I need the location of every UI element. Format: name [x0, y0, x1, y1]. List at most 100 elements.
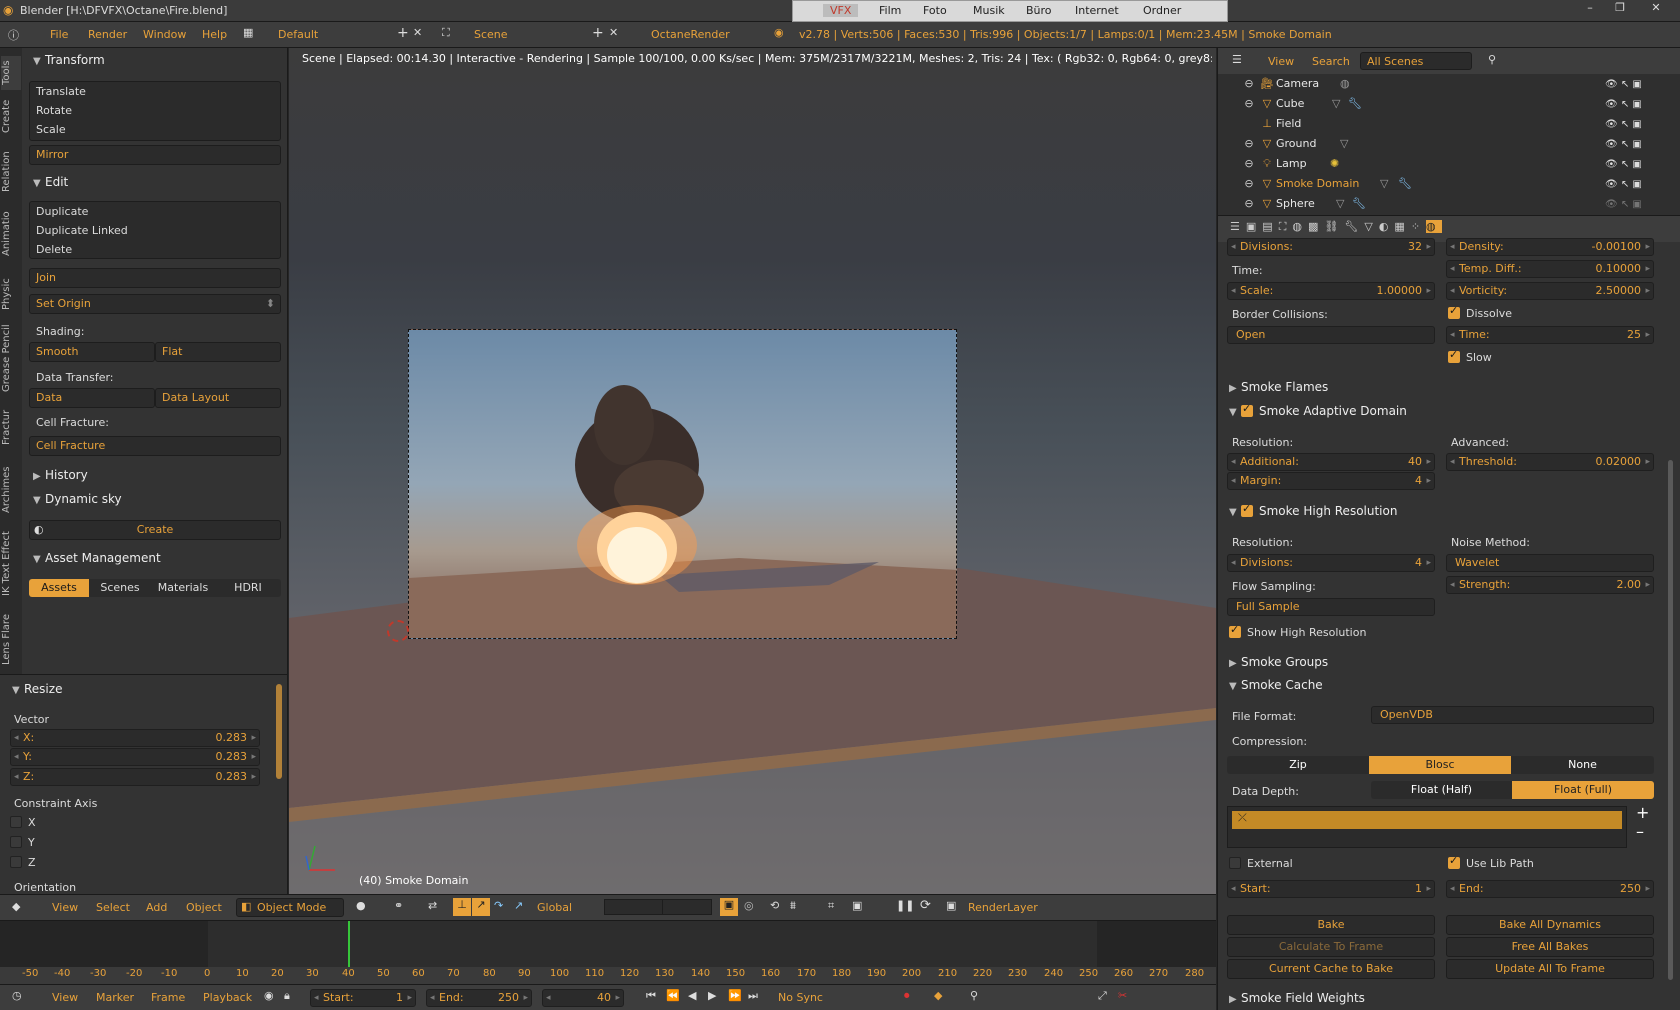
dynamic-sky-panel-header[interactable]: ▼ Dynamic sky: [33, 492, 122, 506]
timeline-menu-view[interactable]: View: [52, 987, 78, 1009]
viewport-menu-object[interactable]: Object: [186, 897, 222, 919]
jump-end-icon[interactable]: ⏭: [748, 989, 758, 1003]
tab-lens-flare[interactable]: Lens Flare: [1, 610, 21, 670]
orientation-dropdown[interactable]: Global: [537, 901, 572, 914]
keying-icon[interactable]: ◉: [264, 989, 274, 1002]
set-origin-dropdown[interactable]: Set Origin ⬍: [29, 294, 281, 314]
update-all-to-frame-button[interactable]: Update All To Frame: [1446, 959, 1654, 979]
jump-start-icon[interactable]: ⏮: [646, 989, 656, 1003]
divisions-field[interactable]: Divisions: 32: [1227, 238, 1435, 256]
menu-file[interactable]: File: [50, 28, 68, 41]
dissolve-checkbox[interactable]: Dissolve: [1448, 304, 1512, 320]
slow-checkbox[interactable]: Slow: [1448, 348, 1492, 364]
3d-cursor[interactable]: [387, 620, 409, 642]
timeline-menu-playback[interactable]: Playback: [203, 987, 252, 1009]
menu-render[interactable]: Render: [88, 28, 127, 41]
pause-icon[interactable]: ❚❚: [896, 899, 914, 912]
vector-x-field[interactable]: X: 0.283: [10, 729, 260, 747]
margin-field[interactable]: Margin: 4: [1227, 472, 1435, 490]
world-tab-icon[interactable]: ◍: [1292, 220, 1308, 233]
tab-relation[interactable]: Relation: [1, 148, 21, 196]
constraint-y-checkbox[interactable]: Y: [10, 836, 35, 849]
calculate-to-frame-button[interactable]: Calculate To Frame: [1227, 937, 1435, 957]
refresh-icon[interactable]: ⟳: [920, 898, 931, 913]
properties-editor-icon[interactable]: ☰: [1230, 220, 1246, 233]
taskbar-item-vfx[interactable]: VFX: [823, 4, 859, 17]
show-high-res-checkbox[interactable]: Show High Resolution: [1229, 623, 1366, 639]
timeline[interactable]: [0, 920, 1216, 985]
snap-target-icon[interactable]: ⩩: [790, 899, 796, 913]
asset-tab-assets[interactable]: Assets: [29, 579, 89, 597]
render-tab-icon[interactable]: ▣: [1246, 220, 1262, 233]
delete-button[interactable]: Delete: [36, 243, 72, 256]
outliner-search-icon[interactable]: ⚲: [1488, 53, 1496, 66]
current-cache-to-bake-button[interactable]: Current Cache to Bake: [1227, 959, 1435, 979]
snap-manipulator-icon[interactable]: ↗: [514, 899, 523, 912]
mode-dropdown[interactable]: ◧ Object Mode: [236, 898, 344, 917]
outliner-row-lamp[interactable]: ⊖ 💡︎ Lamp ✺: [1240, 155, 1640, 173]
transform-panel-header[interactable]: ▼ Transform: [33, 53, 105, 67]
flat-button[interactable]: Flat: [155, 342, 281, 362]
snap-icon[interactable]: ⟲: [770, 899, 779, 912]
additional-field[interactable]: Additional: 40: [1227, 453, 1435, 471]
smoke-adaptive-header[interactable]: ▼Smoke Adaptive Domain: [1229, 402, 1407, 418]
external-checkbox[interactable]: External: [1229, 857, 1293, 870]
history-panel-header[interactable]: ▶ History: [33, 468, 88, 482]
vector-z-field[interactable]: Z: 0.283: [10, 768, 260, 786]
smooth-button[interactable]: Smooth: [29, 342, 155, 362]
taskbar-item-musik[interactable]: Musik: [973, 4, 1005, 17]
viewport-editor-icon[interactable]: ◆: [12, 900, 20, 913]
compression-blosc[interactable]: Blosc: [1369, 756, 1511, 774]
object-tab-icon[interactable]: ▩: [1308, 220, 1324, 233]
cache-start-field[interactable]: Start: 1: [1227, 880, 1435, 898]
translate-label[interactable]: Translate: [36, 85, 86, 98]
insert-keyframe-icon[interactable]: ⤢: [1098, 989, 1107, 1003]
cache-list[interactable]: ⤫: [1227, 806, 1627, 848]
current-frame-field[interactable]: 40: [542, 989, 624, 1007]
smoke-high-res-header[interactable]: ▼Smoke High Resolution: [1229, 502, 1397, 518]
asset-tab-materials[interactable]: Materials: [151, 579, 215, 597]
layers-tab-icon[interactable]: ▤: [1262, 220, 1278, 233]
timeline-playhead[interactable]: [348, 921, 350, 967]
screen-layout-select[interactable]: Default: [278, 28, 318, 41]
viewport-menu-add[interactable]: Add: [146, 897, 167, 919]
tab-create[interactable]: Create: [1, 96, 21, 136]
scale-manipulator-icon[interactable]: ↷: [494, 899, 503, 912]
info-editor-icon[interactable]: ⓘ: [8, 27, 19, 43]
bake-all-dynamics-button[interactable]: Bake All Dynamics: [1446, 915, 1654, 935]
taskbar-item-foto[interactable]: Foto: [923, 4, 947, 17]
record-icon[interactable]: ⏺: [904, 989, 910, 1003]
join-button[interactable]: Join: [29, 268, 281, 288]
edit-panel-header[interactable]: ▼ Edit: [33, 175, 68, 189]
viewport-menu-view[interactable]: View: [52, 897, 78, 919]
shading-mode-icon[interactable]: ●: [356, 899, 366, 912]
rotate-manipulator-icon[interactable]: ↗: [472, 898, 490, 916]
proportional-edit-icon[interactable]: ◎: [744, 899, 754, 912]
dissolve-time-field[interactable]: Time: 25: [1446, 326, 1654, 344]
maximize-button[interactable]: ❐: [1606, 1, 1634, 19]
start-frame-field[interactable]: Start: 1: [310, 989, 416, 1007]
noise-method-dropdown[interactable]: Wavelet: [1446, 554, 1654, 572]
keyframe-type-icon[interactable]: ◆: [934, 989, 942, 1002]
visibility-icon[interactable]: 👁︎ ↖ ▣: [1605, 135, 1665, 155]
data-tab-icon[interactable]: ▽: [1364, 220, 1378, 233]
visibility-icon[interactable]: 👁︎ ↖ ▣: [1605, 175, 1665, 195]
tab-grease-pencil[interactable]: Grease Pencil: [1, 322, 21, 394]
cache-end-field[interactable]: End: 250: [1446, 880, 1654, 898]
play-reverse-icon[interactable]: ◀: [688, 989, 696, 1002]
time-scale-field[interactable]: Scale: 1.00000: [1227, 282, 1435, 300]
asset-tab-hdri[interactable]: HDRI: [215, 579, 281, 597]
constraints-tab-icon[interactable]: ⛓: [1324, 220, 1344, 233]
menu-window[interactable]: Window: [143, 28, 186, 41]
end-frame-field[interactable]: End: 250: [426, 989, 532, 1007]
lock-range-icon[interactable]: 🔒︎: [284, 989, 290, 1003]
visibility-icon[interactable]: 👁︎ ↖ ▣: [1605, 195, 1665, 215]
taskbar-item-buero[interactable]: Büro: [1026, 4, 1052, 17]
remove-scene-icon[interactable]: ✕: [609, 26, 618, 39]
asset-management-panel-header[interactable]: ▼ Asset Management: [33, 551, 161, 565]
visibility-icon[interactable]: 👁︎ ↖ ▣: [1605, 75, 1665, 95]
manipulator-toggle-icon[interactable]: ⇄: [428, 899, 437, 912]
tab-animation[interactable]: Animatio: [1, 208, 21, 260]
outliner-row-camera[interactable]: ⊖ 🎥︎ Camera ◍: [1240, 75, 1640, 93]
remove-layout-icon[interactable]: ✕: [413, 26, 422, 39]
